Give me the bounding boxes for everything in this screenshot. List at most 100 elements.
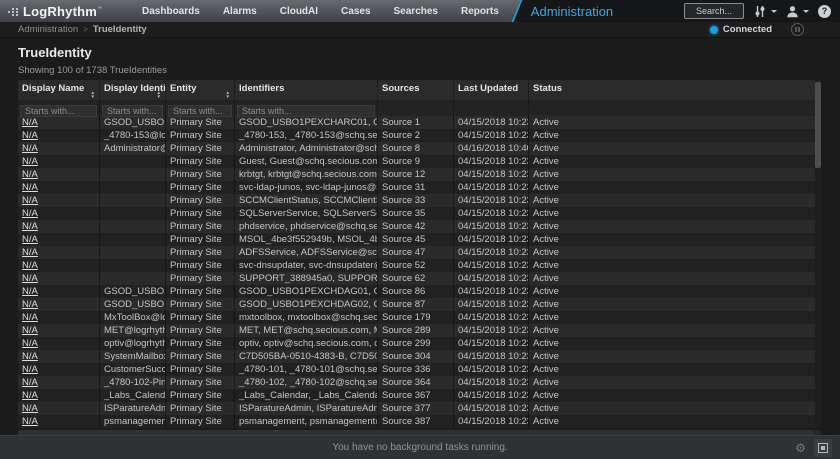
search-button[interactable]: Search... (684, 3, 744, 19)
cell-last-updated: 04/15/2018 10:23:03 pm (454, 298, 529, 311)
cell-last-updated: 04/15/2018 10:23:03 pm (454, 415, 529, 428)
connected-label: Connected (723, 24, 772, 35)
cell-sources: Source 31 (378, 181, 454, 194)
table-row[interactable]: N/APrimary SiteGuest, Guest@schq.secious… (18, 155, 815, 168)
table-row[interactable]: N/APrimary SiteADFSService, ADFSService@… (18, 246, 815, 259)
table-row[interactable]: N/AMxToolBox@logr...Primary Sitemxtoolbo… (18, 311, 815, 324)
column-header-label: Last Updated (458, 83, 518, 94)
identity-link[interactable]: N/A (22, 221, 38, 232)
breadcrumb-item-trueidentity: TrueIdentity (93, 24, 147, 35)
cell-status: Active (529, 350, 815, 363)
identity-link[interactable]: N/A (22, 299, 38, 310)
cell-display-name: N/A (18, 415, 100, 428)
identity-link[interactable]: N/A (22, 195, 38, 206)
identity-link[interactable]: N/A (22, 377, 38, 388)
nav-item-cloudai[interactable]: CloudAI (280, 6, 318, 17)
table-row[interactable]: N/AISParatureAdmin...Primary SiteISParat… (18, 402, 815, 415)
table-row[interactable]: N/AMET@logrhythm...Primary SiteMET, MET@… (18, 324, 815, 337)
cell-last-updated: 04/15/2018 10:23:03 pm (454, 233, 529, 246)
table-row[interactable]: N/APrimary Sitesvc-ldap-junos, svc-ldap-… (18, 181, 815, 194)
vertical-scrollbar[interactable] (815, 80, 821, 428)
sort-icon[interactable]: ▲▼ (157, 91, 161, 99)
cell-entity: Primary Site (166, 181, 235, 194)
sort-icon[interactable]: ▲▼ (226, 91, 230, 99)
identity-link[interactable]: N/A (22, 143, 38, 154)
cell-status: Active (529, 155, 815, 168)
identity-link[interactable]: N/A (22, 234, 38, 245)
column-header-display-identifier[interactable]: Display Identi...▲▼ (100, 80, 166, 100)
identity-link[interactable]: N/A (22, 403, 38, 414)
table-row[interactable]: N/APrimary SiteMSOL_4be3f552949b, MSOL_4… (18, 233, 815, 246)
nav-item-alarms[interactable]: Alarms (223, 6, 257, 17)
active-section-label[interactable]: Administration (531, 4, 613, 19)
table-row[interactable]: N/A_4780-153@logrh...Primary Site_4780-1… (18, 129, 815, 142)
cell-status: Active (529, 402, 815, 415)
table-row[interactable]: N/Aoptiv@logrhythm...Primary Siteoptiv, … (18, 337, 815, 350)
gear-icon[interactable]: ⚙ (795, 442, 806, 454)
identity-link[interactable]: N/A (22, 390, 38, 401)
identity-link[interactable]: N/A (22, 169, 38, 180)
column-header-display-name[interactable]: Display Name ▲▼ (18, 80, 100, 100)
column-header-last-updated: Last Updated (454, 80, 529, 100)
identity-link[interactable]: N/A (22, 208, 38, 219)
identity-link[interactable]: N/A (22, 286, 38, 297)
cell-identifiers: Guest, Guest@schq.secious.com (235, 155, 378, 168)
cell-display-identifier (100, 272, 166, 285)
background-tasks-button[interactable] (814, 439, 832, 457)
table-row[interactable]: N/APrimary SiteSCCMClientStatus, SCCMCli… (18, 194, 815, 207)
identity-link[interactable]: N/A (22, 338, 38, 349)
cell-sources: Source 86 (378, 285, 454, 298)
table-row[interactable]: N/APrimary Sitekrbtgt, krbtgt@schq.secio… (18, 168, 815, 181)
results-summary: Showing 100 of 1738 TrueIdentities (18, 65, 840, 76)
cell-identifiers: _4780-102, _4780-102@schq.secious.com, _… (235, 376, 378, 389)
table-row[interactable]: N/AAdministrator@lo...Primary SiteAdmini… (18, 142, 815, 155)
identity-link[interactable]: N/A (22, 312, 38, 323)
nav-item-dashboards[interactable]: Dashboards (142, 6, 200, 17)
cell-entity: Primary Site (166, 207, 235, 220)
table-row[interactable]: N/APrimary Sitesvc-dnsupdater, svc-dnsup… (18, 259, 815, 272)
table-row[interactable]: N/Apsmanagement@...Primary Sitepsmanagem… (18, 415, 815, 428)
identity-link[interactable]: N/A (22, 273, 38, 284)
column-header-label: Display Name (22, 83, 84, 94)
table-row[interactable]: N/AGSOD_USBO1PEX...Primary SiteGSOD_USBO… (18, 285, 815, 298)
table-row[interactable]: N/APrimary SiteSQLServerService, SQLServ… (18, 207, 815, 220)
nav-item-searches[interactable]: Searches (394, 6, 438, 17)
identity-link[interactable]: N/A (22, 416, 38, 427)
table-row[interactable]: N/AGSOD_USBO1PEX...Primary SiteGSOD_USBO… (18, 116, 815, 129)
identity-link[interactable]: N/A (22, 156, 38, 167)
user-menu[interactable] (786, 5, 809, 18)
pause-circle-icon[interactable] (791, 23, 804, 36)
nav-item-reports[interactable]: Reports (461, 6, 499, 17)
identity-link[interactable]: N/A (22, 130, 38, 141)
sort-icon[interactable]: ▲▼ (91, 91, 95, 99)
nav-item-cases[interactable]: Cases (341, 6, 370, 17)
cell-display-identifier: MET@logrhythm... (100, 324, 166, 337)
table-row[interactable]: N/A_4780-102-Ping@...Primary Site_4780-1… (18, 376, 815, 389)
table-row[interactable]: N/APrimary Sitephdservice, phdservice@sc… (18, 220, 815, 233)
vertical-scrollbar-thumb[interactable] (815, 82, 821, 168)
table-row[interactable]: N/AGSOD_USBO1PEX...Primary SiteGSOD_USBO… (18, 298, 815, 311)
column-header-entity[interactable]: Entity▲▼ (166, 80, 235, 100)
identity-link[interactable]: N/A (22, 260, 38, 271)
cell-display-identifier: SystemMailbox{C... (100, 350, 166, 363)
table-row[interactable]: N/APrimary SiteSUPPORT_388945a0, SUPPORT… (18, 272, 815, 285)
identity-link[interactable]: N/A (22, 182, 38, 193)
identity-link[interactable]: N/A (22, 351, 38, 362)
table-header-row: Display Name▲▼Display Identi...▲▼Entity▲… (18, 80, 815, 100)
identity-link[interactable]: N/A (22, 364, 38, 375)
topbar-actions: Search... ? (684, 3, 840, 19)
table-row[interactable]: N/A_Labs_Calendar@...Primary Site_Labs_C… (18, 389, 815, 402)
logrhythm-logo[interactable]: LogRhythm ™ (8, 4, 102, 19)
table-row[interactable]: N/ASystemMailbox{C...Primary SiteC7D505B… (18, 350, 815, 363)
identity-link[interactable]: N/A (22, 117, 38, 128)
column-header-label: Sources (382, 83, 420, 94)
help-icon[interactable]: ? (818, 5, 831, 18)
table-row[interactable]: N/ACustomerSuccess...Primary Site_4780-1… (18, 363, 815, 376)
cell-sources: Source 2 (378, 129, 454, 142)
identity-link[interactable]: N/A (22, 247, 38, 258)
identity-link[interactable]: N/A (22, 325, 38, 336)
breadcrumb-item-administration[interactable]: Administration (18, 24, 78, 35)
cell-status: Active (529, 233, 815, 246)
breadcrumb-bar: Administration > TrueIdentity Connected (0, 22, 840, 38)
preferences-menu[interactable] (753, 5, 777, 18)
